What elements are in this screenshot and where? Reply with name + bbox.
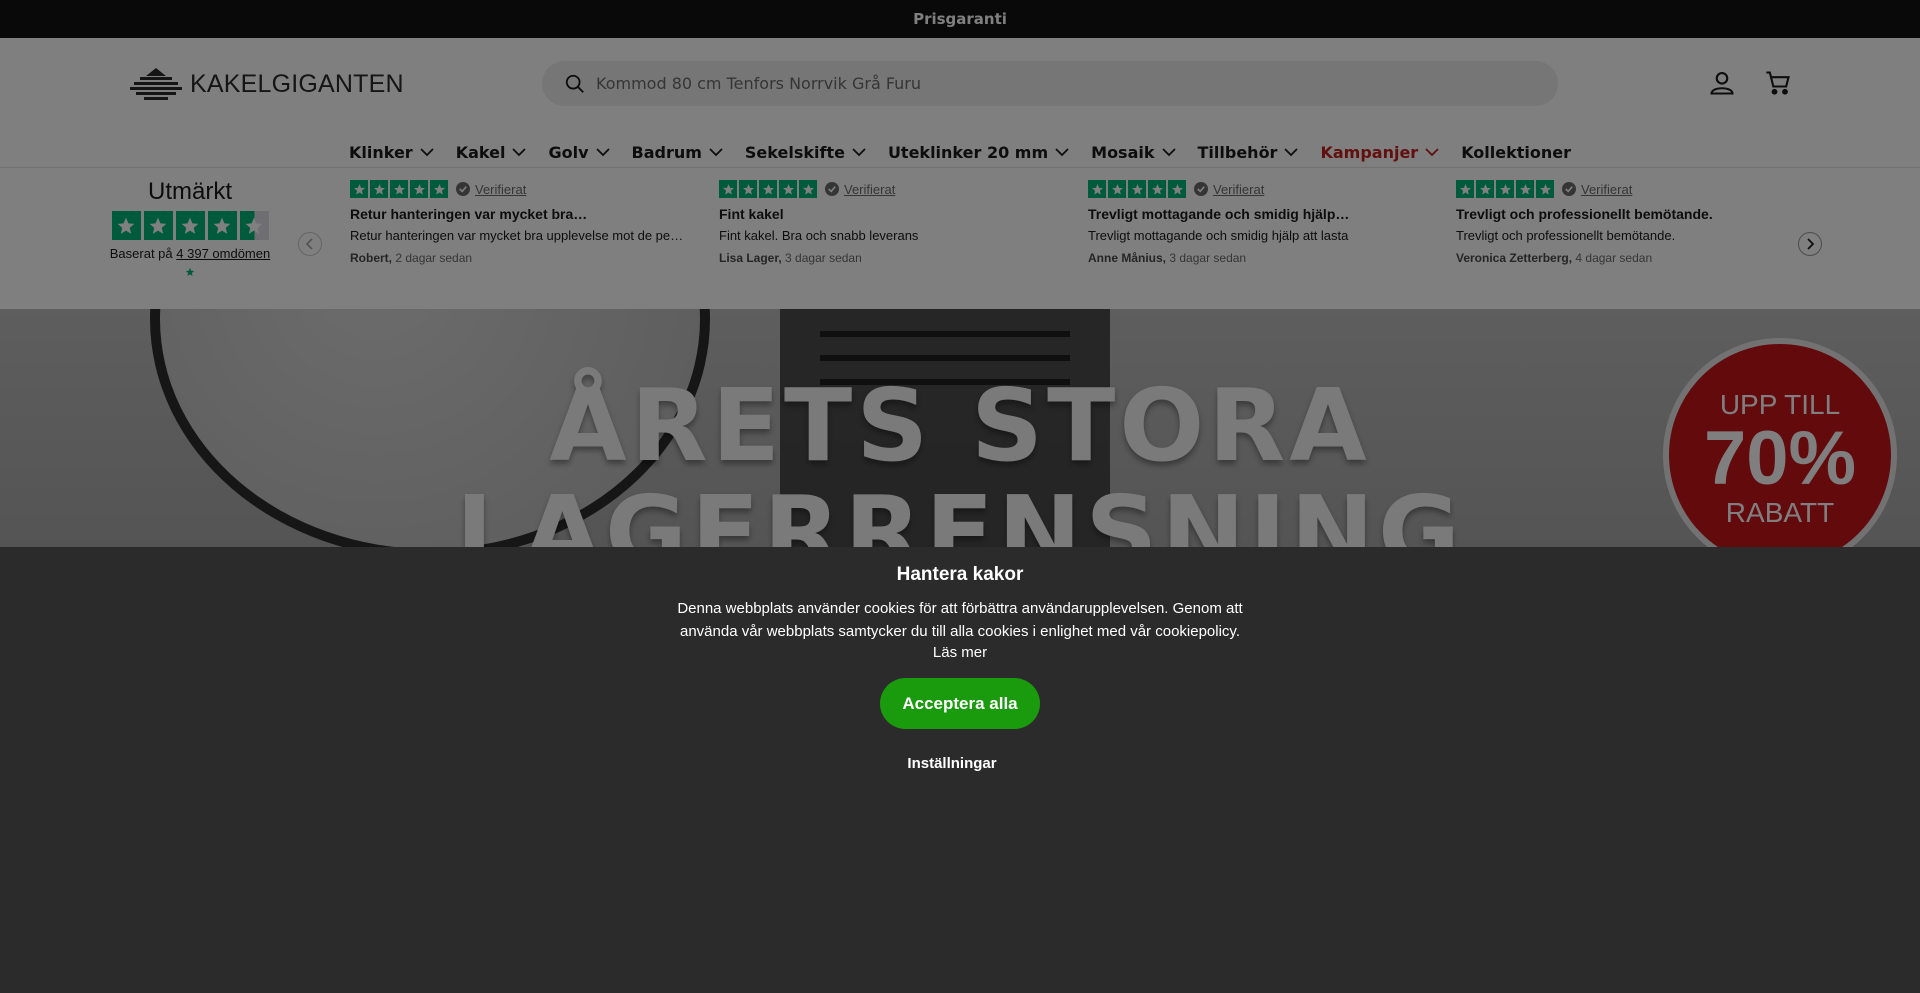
cookie-banner: Hantera kakor Denna webbplats använder c… <box>0 547 1920 993</box>
cookie-text: Denna webbplats använder cookies för att… <box>677 600 1243 640</box>
settings-link[interactable]: Inställningar <box>0 755 1904 772</box>
modal-overlay-top <box>0 0 1920 38</box>
read-more-link[interactable]: Läs mer <box>0 644 1920 661</box>
accept-all-button[interactable]: Acceptera alla <box>880 678 1040 729</box>
cookie-title: Hantera kakor <box>896 564 1024 585</box>
modal-overlay <box>0 38 1920 547</box>
